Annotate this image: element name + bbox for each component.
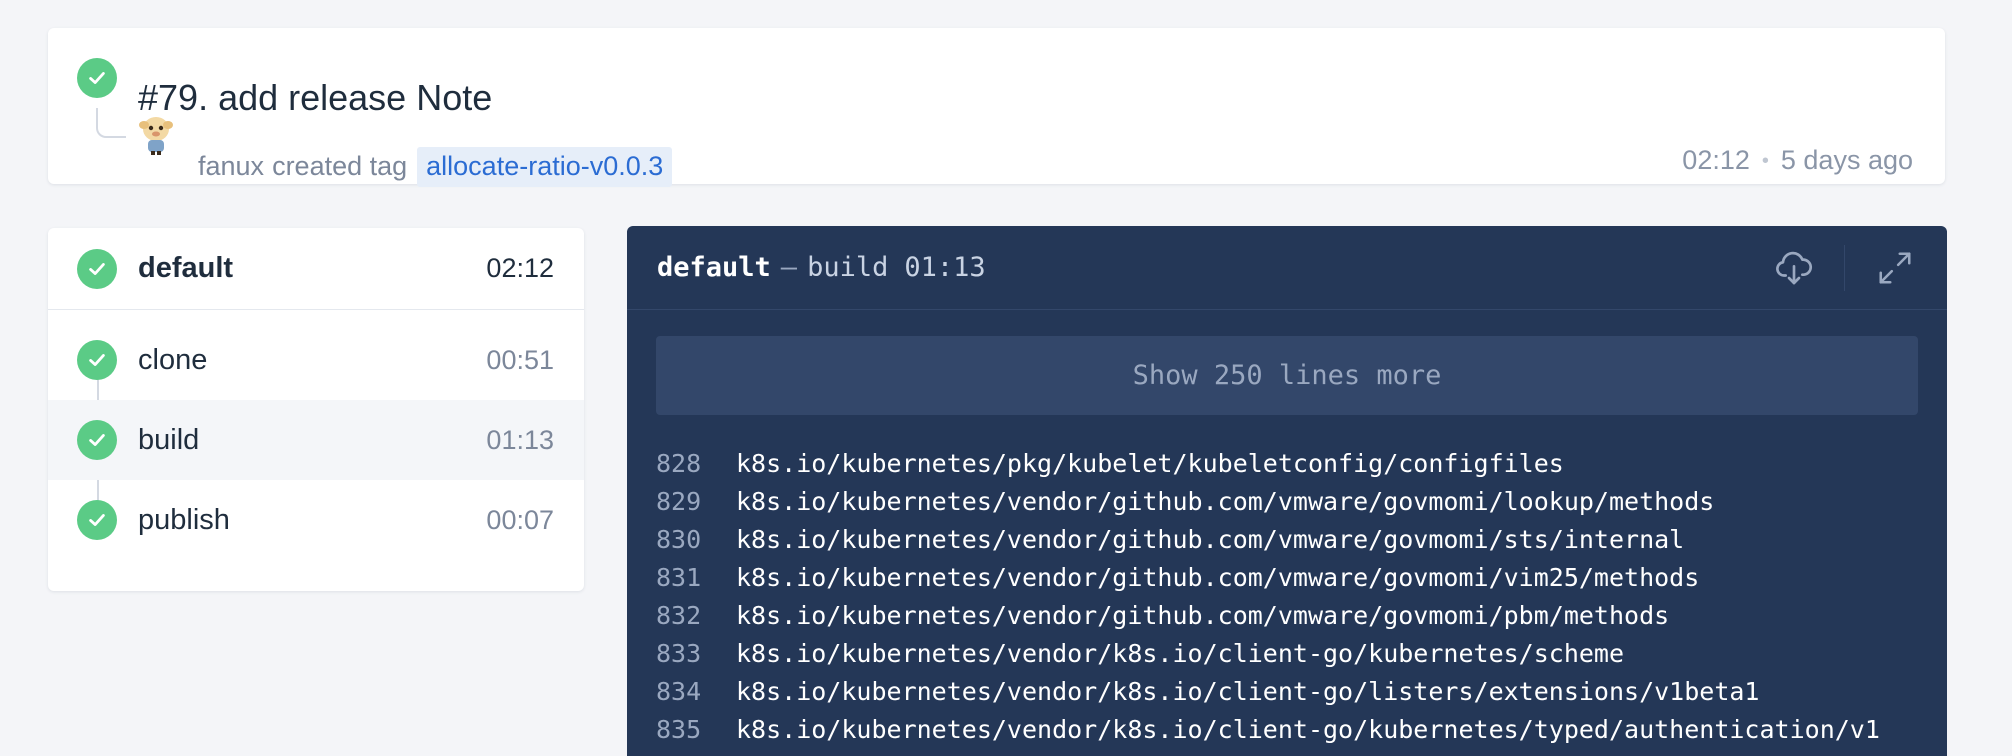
log-line-text: k8s.io/kubernetes/vendor/github.com/vmwa…: [736, 600, 1670, 630]
log-line: 831 k8s.io/kubernetes/vendor/github.com/…: [656, 558, 1880, 596]
build-age: 5 days ago: [1780, 145, 1913, 175]
log-line: 832 k8s.io/kubernetes/vendor/github.com/…: [656, 596, 1880, 634]
log-line: 829 k8s.io/kubernetes/vendor/github.com/…: [656, 482, 1880, 520]
log-line-number[interactable]: 829: [656, 487, 736, 516]
log-actions: [1772, 244, 1917, 291]
tag-link[interactable]: allocate-ratio-v0.0.3: [417, 147, 673, 187]
log-lines: 828 k8s.io/kubernetes/pkg/kubelet/kubele…: [656, 444, 1880, 748]
expand-icon[interactable]: [1873, 246, 1917, 290]
log-step-duration: 01:13: [904, 252, 986, 283]
step-row-clone[interactable]: clone 00:51: [48, 320, 584, 400]
log-line-text: k8s.io/kubernetes/vendor/github.com/vmwa…: [736, 524, 1685, 554]
log-line: 828 k8s.io/kubernetes/pkg/kubelet/kubele…: [656, 444, 1880, 482]
stages-panel: default 02:12 clone 00:51 build 01:13 pu…: [48, 228, 584, 591]
show-more-button[interactable]: Show 250 lines more: [656, 336, 1918, 415]
build-title: #79. add release Note: [138, 77, 493, 118]
success-check-icon: [77, 420, 117, 460]
stage-row-default[interactable]: default 02:12: [48, 228, 584, 310]
log-line: 835 k8s.io/kubernetes/vendor/k8s.io/clie…: [656, 710, 1880, 748]
log-step-name: build: [807, 252, 889, 283]
success-check-icon: [77, 340, 117, 380]
log-line-number[interactable]: 831: [656, 563, 736, 592]
stage-name: default: [138, 252, 234, 284]
log-line-text: k8s.io/kubernetes/vendor/k8s.io/client-g…: [736, 676, 1760, 706]
log-line-text: k8s.io/kubernetes/vendor/k8s.io/client-g…: [736, 638, 1625, 668]
log-line-text: k8s.io/kubernetes/vendor/k8s.io/client-g…: [736, 714, 1880, 744]
download-icon[interactable]: [1772, 246, 1816, 290]
step-duration: 01:13: [486, 424, 554, 455]
log-line: 830 k8s.io/kubernetes/vendor/github.com/…: [656, 520, 1880, 558]
log-line-text: k8s.io/kubernetes/vendor/github.com/vmwa…: [736, 562, 1700, 592]
actions-divider: [1844, 244, 1845, 291]
success-check-icon: [77, 248, 117, 289]
commit-info: fanux created tag allocate-ratio-v0.0.3: [198, 147, 673, 187]
log-line-text: k8s.io/kubernetes/pkg/kubelet/kubeletcon…: [736, 448, 1564, 478]
log-panel: default — build 01:13 Show 250 lines mor…: [627, 226, 1947, 756]
log-line: 833 k8s.io/kubernetes/vendor/k8s.io/clie…: [656, 634, 1880, 672]
meta-separator: •: [1761, 149, 1769, 172]
step-name: clone: [138, 343, 208, 376]
avatar[interactable]: [138, 113, 174, 155]
step-list: clone 00:51 build 01:13 publish 00:07: [48, 310, 584, 560]
log-line-number[interactable]: 830: [656, 525, 736, 554]
stage-duration: 02:12: [486, 253, 554, 283]
commit-action: created tag: [272, 151, 408, 182]
log-line-number[interactable]: 834: [656, 677, 736, 706]
log-line-text: k8s.io/kubernetes/vendor/github.com/vmwa…: [736, 486, 1715, 516]
step-duration: 00:07: [486, 504, 554, 535]
step-row-build[interactable]: build 01:13: [48, 400, 584, 480]
log-line-number[interactable]: 835: [656, 715, 736, 744]
step-name: build: [138, 423, 200, 456]
build-duration: 02:12: [1682, 145, 1750, 175]
author-name: fanux: [198, 151, 265, 182]
log-line-number[interactable]: 832: [656, 601, 736, 630]
log-header: default — build 01:13: [627, 226, 1947, 310]
log-line: 834 k8s.io/kubernetes/vendor/k8s.io/clie…: [656, 672, 1880, 710]
success-check-icon: [77, 58, 117, 98]
step-duration: 00:51: [486, 344, 554, 375]
branch-connector: [96, 108, 126, 138]
log-separator: —: [780, 252, 798, 283]
log-line-number[interactable]: 828: [656, 449, 736, 478]
log-line-number[interactable]: 833: [656, 639, 736, 668]
log-stage-name: default: [657, 252, 771, 283]
step-name: publish: [138, 503, 230, 536]
build-meta: 02:12 • 5 days ago: [1682, 147, 1913, 174]
step-row-publish[interactable]: publish 00:07: [48, 480, 584, 560]
build-header-card: #79. add release Note fanux created tag …: [48, 28, 1945, 187]
success-check-icon: [77, 500, 117, 540]
